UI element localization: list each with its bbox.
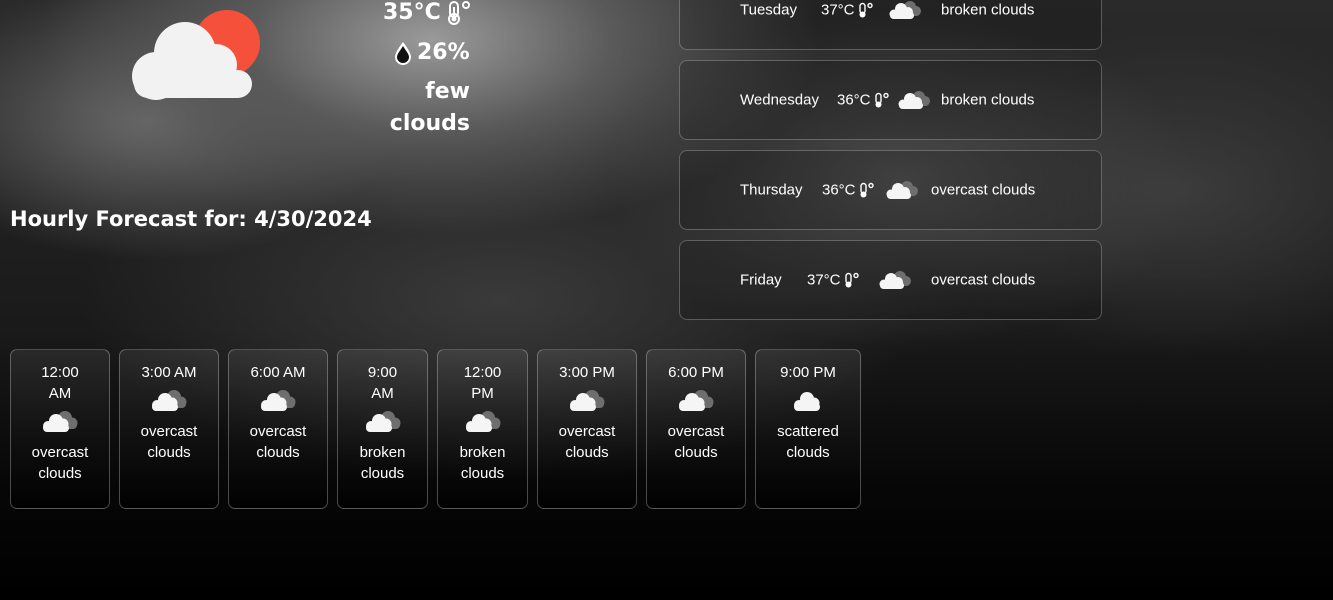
hour-description: clouds [674,444,718,461]
overcast-clouds-icon [679,390,714,411]
hour-time: 9:00 PM [780,364,836,381]
daily-forecast-card: Friday 37°C overcast clouds [679,240,1102,320]
hour-time: 12:00 [463,364,502,381]
day-temperature-value: 37°C [821,1,855,19]
hour-description: broken [459,444,506,461]
hourly-forecast-title: Hourly Forecast for: 4/30/2024 [10,207,372,231]
hour-description: overcast [558,423,616,440]
day-temperature: 36°C [822,182,874,199]
broken-clouds-icon [465,411,500,432]
day-temperature-value: 37°C [807,271,841,289]
overcast-clouds-icon [261,390,296,411]
day-temperature: 36°C [837,92,889,109]
hourly-forecast-card: 3:00 AM overcast clouds [119,349,219,509]
overcast-clouds-icon [43,411,78,432]
hour-description: clouds [256,444,300,461]
current-humidity: 26% [393,40,470,65]
daily-forecast-card: Thursday 36°C overcast clouds [679,150,1102,230]
current-description-line: few [425,79,470,104]
thermometer-icon [844,272,859,287]
day-name: Wednesday [740,91,819,109]
hourly-forecast-card: 9:00 AM broken clouds [337,349,428,509]
current-temperature: 35°C [383,0,471,25]
hourly-forecast-card: 12:00 AM overcast clouds [10,349,110,509]
scattered-clouds-icon [794,392,820,411]
hourly-forecast-card: 9:00 PM scattered clouds [755,349,861,509]
day-description: broken clouds [941,91,1035,109]
few-clouds-sun-icon [132,10,260,100]
hourly-forecast-card: 6:00 AM overcast clouds [228,349,328,509]
current-temperature-value: 35°C [383,0,441,25]
thermometer-icon [874,92,889,107]
broken-clouds-icon [889,1,921,19]
hour-description: overcast [31,444,89,461]
thermometer-icon [859,182,874,197]
hourly-forecast-card: 3:00 PM overcast clouds [537,349,637,509]
hour-time: AM [48,385,72,402]
hour-description: clouds [565,444,609,461]
day-description: overcast clouds [931,181,1036,199]
hour-time: AM [371,385,394,402]
day-description: broken clouds [941,1,1035,19]
day-temperature: 37°C [807,272,859,289]
overcast-clouds-icon [570,390,605,411]
hour-description: overcast [140,423,198,440]
daily-forecast-card: Tuesday 37°C broken clouds [679,0,1102,50]
day-temperature-value: 36°C [837,91,871,109]
hour-description: clouds [360,465,405,482]
hourly-forecast-card: 6:00 PM overcast clouds [646,349,746,509]
day-temperature: 37°C [821,2,873,19]
daily-forecast-card: Wednesday 36°C broken clouds [679,60,1102,140]
hour-description: clouds [38,465,82,482]
water-drop-icon [395,41,411,65]
broken-clouds-icon [898,91,930,109]
hour-description: clouds [147,444,191,461]
hour-time: 3:00 PM [559,364,615,381]
hourly-forecast-list: 12:00 AM overcast clouds 3:00 AM overcas… [10,349,861,509]
hour-description: overcast [249,423,307,440]
hour-time: 12:00 [41,364,79,381]
hour-description: clouds [460,465,505,482]
hour-description: broken [359,444,406,461]
overcast-clouds-icon [152,390,187,411]
overcast-clouds-icon [886,181,918,199]
current-humidity-value: 26% [417,40,470,65]
hour-time: 9:00 [367,364,398,381]
broken-clouds-icon [365,411,400,432]
hour-description: overcast [667,423,725,440]
thermometer-icon [447,0,470,25]
day-name: Thursday [740,181,803,199]
thermometer-icon [858,2,873,17]
daily-forecast-list: Tuesday 37°C broken clouds Wednesday 36°… [679,0,1102,330]
hour-description: clouds [786,444,830,461]
current-description-line: clouds [389,111,470,136]
day-description: overcast clouds [931,271,1036,289]
hour-time: 6:00 AM [250,364,306,381]
day-temperature-value: 36°C [822,181,856,199]
day-name: Friday [740,271,782,289]
hour-time: 3:00 AM [141,364,197,381]
hour-description: scattered [777,423,839,440]
current-description: few clouds [380,76,470,140]
hour-time: PM [471,385,494,402]
hourly-forecast-card: 12:00 PM broken clouds [437,349,528,509]
day-name: Tuesday [740,1,797,19]
overcast-clouds-icon [879,271,911,289]
hour-time: 6:00 PM [668,364,724,381]
